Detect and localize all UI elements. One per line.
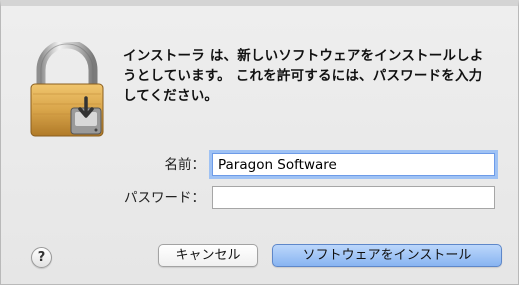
name-label: 名前： [164,157,206,173]
password-field[interactable] [212,186,495,209]
cancel-button[interactable]: キャンセル [158,244,258,267]
password-label: パスワード： [124,190,205,206]
help-button[interactable]: ? [31,247,52,268]
prompt-message: インストーラ は、新しいソフトウェアをインストールしようとしています。 これを許… [123,48,484,104]
authentication-dialog: インストーラ は、新しいソフトウェアをインストールしようとしています。 これを許… [0,0,519,285]
name-field[interactable] [212,153,495,176]
lock-icon [30,42,104,137]
install-software-button[interactable]: ソフトウェアをインストール [272,244,502,267]
